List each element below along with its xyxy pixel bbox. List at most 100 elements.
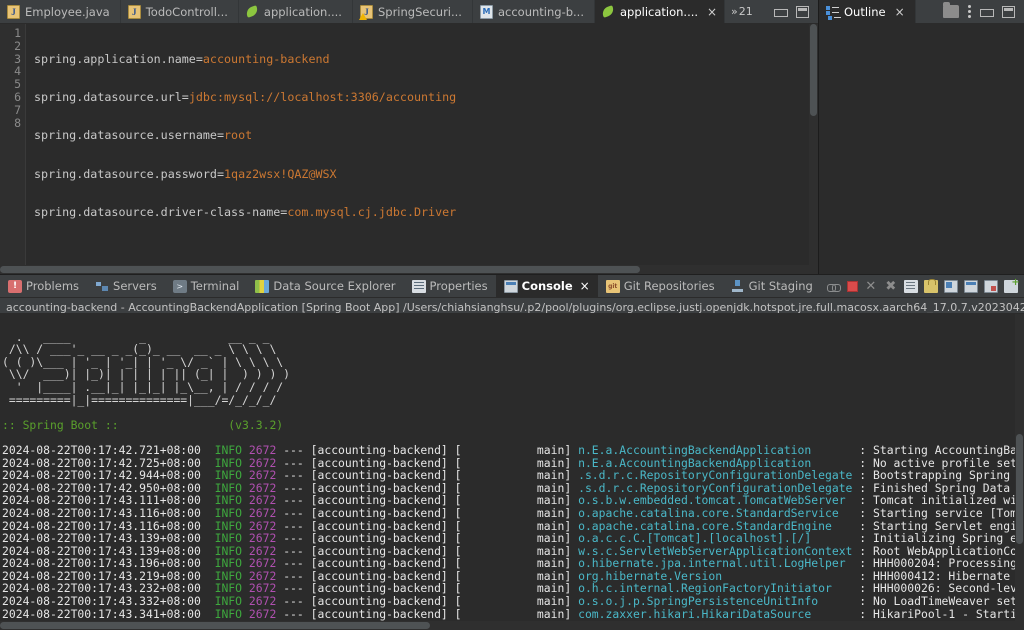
maximize-icon[interactable]: [1002, 5, 1015, 18]
tab-terminal[interactable]: Terminal: [165, 275, 248, 297]
scrollbar-thumb[interactable]: [810, 24, 817, 116]
terminate-button[interactable]: [846, 280, 858, 292]
line-number: 2: [14, 38, 21, 53]
launch-configuration-line: accounting-backend - AccountingBackendAp…: [0, 298, 1024, 314]
display-selected-console-icon[interactable]: [963, 279, 978, 293]
code-line: spring.application.name=accounting-backe…: [34, 51, 818, 66]
java-warning-file-icon: [358, 4, 373, 20]
editor-tab-todocontroller[interactable]: TodoControll...: [120, 0, 239, 23]
scrollbar-thumb[interactable]: [1016, 434, 1023, 544]
tab-label: Employee.java: [25, 4, 110, 19]
outline-icon: [826, 5, 839, 19]
bottom-tab-bar: Problems Servers Terminal Data Source Ex…: [0, 275, 1024, 298]
property-value: jdbc:mysql://localhost:3306/accounting: [188, 89, 457, 104]
property-value: 1qaz2wsx!QAZ@WSX: [224, 166, 337, 181]
console-horizontal-scrollbar[interactable]: [0, 621, 1024, 630]
console-toolbar: ✕ ✖: [821, 275, 1024, 297]
tab-servers[interactable]: Servers: [87, 275, 165, 297]
scroll-lock-icon[interactable]: [923, 278, 938, 293]
show-console-on-output-icon[interactable]: [983, 279, 998, 293]
link-with-editor-icon[interactable]: [826, 280, 841, 293]
property-value: root: [224, 128, 253, 143]
spring-banner-line: =========|_|==============|___/=/_/_/_/: [2, 392, 277, 407]
close-icon[interactable]: ×: [895, 6, 905, 18]
tab-label: Git Repositories: [623, 279, 715, 293]
code-editor[interactable]: 1 2 3 4 5 6 7 8 spring.application.name=…: [0, 24, 818, 265]
editor-tab-employee-java[interactable]: Employee.java: [0, 0, 121, 23]
tab-label: Servers: [113, 279, 157, 293]
remove-launch-icon[interactable]: ✕: [864, 280, 878, 293]
properties-icon: [411, 279, 426, 293]
open-console-icon[interactable]: [1003, 277, 1020, 293]
property-key: spring.datasource.username=: [34, 128, 224, 143]
scrollbar-thumb[interactable]: [0, 266, 640, 273]
tab-label: application....: [619, 4, 699, 19]
editor-tab-springsecurity[interactable]: SpringSecuri...: [352, 0, 473, 23]
editor-pane: Employee.java TodoControll... applicatio…: [0, 0, 818, 274]
clear-console-icon[interactable]: [903, 279, 918, 293]
tab-label: Git Staging: [748, 279, 813, 293]
code-line: spring.datasource.username=root: [34, 129, 818, 142]
editor-tab-application-properties-active[interactable]: application.... ×: [594, 0, 725, 23]
tab-properties[interactable]: Properties: [404, 275, 496, 297]
code-content[interactable]: spring.application.name=accounting-backe…: [26, 24, 818, 265]
editor-vertical-scrollbar[interactable]: [809, 24, 818, 265]
code-line: spring.datasource.url=jdbc:mysql://local…: [34, 91, 818, 104]
close-icon[interactable]: ×: [707, 6, 717, 18]
tab-git-repositories[interactable]: Git Repositories: [598, 275, 723, 297]
line-number: 7: [14, 102, 21, 117]
maximize-icon[interactable]: [796, 5, 809, 18]
tab-label: application....: [263, 4, 342, 19]
git-staging-icon: [731, 279, 745, 293]
xml-file-icon: [479, 4, 493, 19]
tab-label: Terminal: [190, 279, 240, 293]
bottom-panel: Problems Servers Terminal Data Source Ex…: [0, 274, 1024, 630]
minimize-icon[interactable]: [774, 6, 788, 18]
editor-tab-application-properties-1[interactable]: application....: [238, 0, 353, 23]
code-line: spring.datasource.driver-class-name=com.…: [34, 206, 818, 219]
tab-label: SpringSecuri...: [377, 4, 462, 19]
editor-tab-overflow[interactable]: » 21: [724, 0, 759, 23]
tab-label: Data Source Explorer: [273, 279, 396, 293]
minimize-icon[interactable]: [980, 6, 994, 18]
data-source-icon: [255, 279, 270, 293]
remove-all-launches-icon[interactable]: ✖: [884, 280, 898, 293]
spring-boot-version-line: :: Spring Boot :: (v3.3.2): [2, 417, 284, 432]
properties-leaf-icon: [602, 5, 615, 19]
editor-tab-bar: Employee.java TodoControll... applicatio…: [0, 0, 818, 24]
outline-tabbar-spacer: [915, 0, 934, 23]
close-icon[interactable]: ×: [580, 279, 590, 293]
line-number: 6: [14, 89, 21, 104]
line-number: 8: [14, 115, 21, 130]
view-menu-icon[interactable]: [968, 5, 971, 18]
servers-icon: [95, 280, 109, 293]
tab-git-staging[interactable]: Git Staging: [723, 275, 821, 297]
tab-label: Properties: [429, 279, 488, 293]
tab-label: Problems: [26, 279, 80, 293]
line-number: 1: [14, 26, 21, 40]
tab-data-source-explorer[interactable]: Data Source Explorer: [247, 275, 403, 297]
property-key: spring.datasource.password=: [34, 166, 224, 181]
terminal-icon: [172, 279, 187, 293]
git-repo-icon: [605, 279, 620, 293]
chevron-right-icon: »: [730, 5, 738, 18]
scrollbar-thumb[interactable]: [0, 622, 430, 629]
console-vertical-scrollbar[interactable]: [1015, 314, 1024, 621]
java-file-icon: [127, 4, 141, 19]
console-output[interactable]: . ____ _ __ _ _ /\\ / ___'_ __ _ _(_)_ _…: [0, 314, 1024, 621]
property-key: spring.datasource.url=: [34, 89, 189, 104]
tab-outline[interactable]: Outline ×: [819, 0, 916, 23]
property-value: accounting-backend: [202, 51, 330, 66]
overflow-count: 21: [738, 5, 753, 18]
folder-icon[interactable]: [943, 2, 959, 18]
editor-horizontal-scrollbar[interactable]: [0, 265, 818, 274]
pin-console-icon[interactable]: [943, 279, 958, 293]
property-key: spring.application.name=: [34, 51, 203, 66]
tab-console[interactable]: Console ×: [495, 275, 598, 297]
editor-outline-row: Employee.java TodoControll... applicatio…: [0, 0, 1024, 274]
property-key: spring.datasource.driver-class-name=: [34, 205, 288, 220]
console-text: . ____ _ __ _ _ /\\ / ___'_ __ _ _(_)_ _…: [0, 314, 1024, 621]
tab-problems[interactable]: Problems: [0, 275, 87, 297]
editor-tab-accounting-backend-xml[interactable]: accounting-b...: [472, 0, 595, 23]
